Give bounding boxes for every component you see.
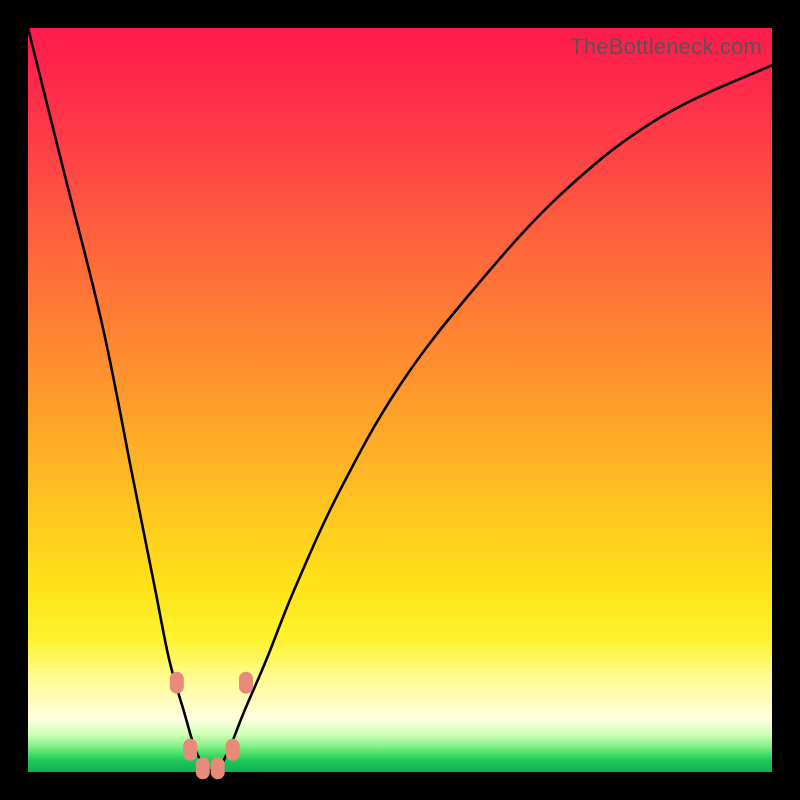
curve-marker (211, 757, 225, 779)
curve-marker (239, 672, 253, 694)
curve-marker (226, 739, 240, 761)
chart-plot-area: TheBottleneck.com (28, 28, 772, 772)
chart-frame: TheBottleneck.com (0, 0, 800, 800)
curve-marker (196, 757, 210, 779)
chart-svg (28, 28, 772, 772)
curve-marker (183, 739, 197, 761)
curve-markers (170, 672, 253, 780)
bottleneck-curve (28, 28, 772, 771)
curve-marker (170, 672, 184, 694)
